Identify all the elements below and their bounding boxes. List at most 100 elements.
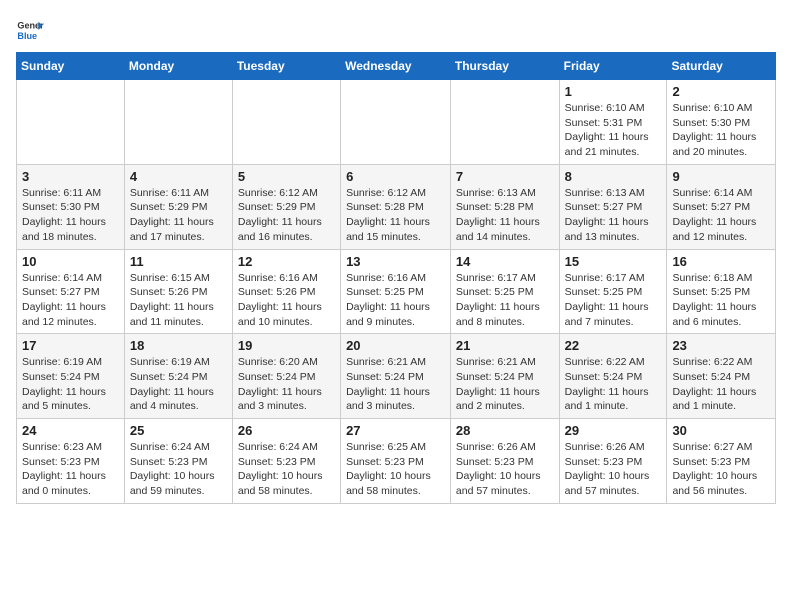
day-number: 15: [565, 254, 662, 269]
calendar-cell: 3 Sunrise: 6:11 AM Sunset: 5:30 PM Daylig…: [17, 164, 125, 249]
calendar-cell: 2 Sunrise: 6:10 AM Sunset: 5:30 PM Daylig…: [667, 80, 776, 165]
calendar-cell: [232, 80, 340, 165]
calendar-cell: 19 Sunrise: 6:20 AM Sunset: 5:24 PM Dayli…: [232, 334, 340, 419]
calendar-cell: 26Sunrise: 6:24 AM Sunset: 5:23 PM Dayli…: [232, 419, 340, 504]
day-number: 23: [672, 338, 770, 353]
week-row-0: 1 Sunrise: 6:10 AM Sunset: 5:31 PM Daylig…: [17, 80, 776, 165]
logo: General Blue: [16, 16, 44, 44]
calendar-cell: [341, 80, 451, 165]
calendar-cell: 25 Sunrise: 6:24 AM Sunset: 5:23 PM Dayli…: [124, 419, 232, 504]
day-number: 4: [130, 169, 227, 184]
day-number: 6: [346, 169, 445, 184]
day-info: Sunrise: 6:10 AM Sunset: 5:31 PM Dayligh…: [565, 101, 662, 160]
calendar-cell: [450, 80, 559, 165]
calendar-cell: 15 Sunrise: 6:17 AM Sunset: 5:25 PM Dayli…: [559, 249, 667, 334]
day-number: 1: [565, 84, 662, 99]
day-number: 17: [22, 338, 119, 353]
logo-icon: General Blue: [16, 16, 44, 44]
calendar-cell: 6 Sunrise: 6:12 AM Sunset: 5:28 PM Daylig…: [341, 164, 451, 249]
day-number: 27: [346, 423, 445, 438]
day-info: Sunrise: 6:16 AM Sunset: 5:25 PM Dayligh…: [346, 271, 445, 330]
day-number: 18: [130, 338, 227, 353]
calendar-cell: 21 Sunrise: 6:21 AM Sunset: 5:24 PM Dayli…: [450, 334, 559, 419]
calendar-cell: 5 Sunrise: 6:12 AM Sunset: 5:29 PM Daylig…: [232, 164, 340, 249]
day-info: Sunrise: 6:17 AM Sunset: 5:25 PM Dayligh…: [456, 271, 554, 330]
day-number: 13: [346, 254, 445, 269]
day-info: Sunrise: 6:21 AM Sunset: 5:24 PM Dayligh…: [456, 355, 554, 414]
svg-text:Blue: Blue: [17, 31, 37, 41]
weekday-header-sunday: Sunday: [17, 53, 125, 80]
calendar-cell: [124, 80, 232, 165]
calendar-cell: 30 Sunrise: 6:27 AM Sunset: 5:23 PM Dayli…: [667, 419, 776, 504]
calendar-cell: 16 Sunrise: 6:18 AM Sunset: 5:25 PM Dayli…: [667, 249, 776, 334]
calendar-cell: 17 Sunrise: 6:19 AM Sunset: 5:24 PM Dayli…: [17, 334, 125, 419]
day-number: 8: [565, 169, 662, 184]
calendar-cell: 22 Sunrise: 6:22 AM Sunset: 5:24 PM Dayli…: [559, 334, 667, 419]
day-number: 20: [346, 338, 445, 353]
day-number: 28: [456, 423, 554, 438]
day-info: Sunrise: 6:19 AM Sunset: 5:24 PM Dayligh…: [22, 355, 119, 414]
day-info: Sunrise: 6:26 AM Sunset: 5:23 PM Dayligh…: [565, 440, 662, 499]
day-info: Sunrise: 6:12 AM Sunset: 5:28 PM Dayligh…: [346, 186, 445, 245]
calendar-cell: 13 Sunrise: 6:16 AM Sunset: 5:25 PM Dayli…: [341, 249, 451, 334]
day-number: 10: [22, 254, 119, 269]
day-info: Sunrise: 6:13 AM Sunset: 5:27 PM Dayligh…: [565, 186, 662, 245]
day-number: 14: [456, 254, 554, 269]
calendar-cell: 12Sunrise: 6:16 AM Sunset: 5:26 PM Dayli…: [232, 249, 340, 334]
calendar-cell: 27 Sunrise: 6:25 AM Sunset: 5:23 PM Dayli…: [341, 419, 451, 504]
day-info: Sunrise: 6:22 AM Sunset: 5:24 PM Dayligh…: [565, 355, 662, 414]
calendar-cell: 29 Sunrise: 6:26 AM Sunset: 5:23 PM Dayli…: [559, 419, 667, 504]
calendar-cell: 24Sunrise: 6:23 AM Sunset: 5:23 PM Dayli…: [17, 419, 125, 504]
day-number: 3: [22, 169, 119, 184]
day-info: Sunrise: 6:24 AM Sunset: 5:23 PM Dayligh…: [130, 440, 227, 499]
weekday-header-friday: Friday: [559, 53, 667, 80]
day-info: Sunrise: 6:16 AM Sunset: 5:26 PM Dayligh…: [238, 271, 335, 330]
day-info: Sunrise: 6:15 AM Sunset: 5:26 PM Dayligh…: [130, 271, 227, 330]
day-number: 2: [672, 84, 770, 99]
day-info: Sunrise: 6:22 AM Sunset: 5:24 PM Dayligh…: [672, 355, 770, 414]
day-info: Sunrise: 6:19 AM Sunset: 5:24 PM Dayligh…: [130, 355, 227, 414]
calendar-cell: 1 Sunrise: 6:10 AM Sunset: 5:31 PM Daylig…: [559, 80, 667, 165]
day-number: 30: [672, 423, 770, 438]
day-info: Sunrise: 6:26 AM Sunset: 5:23 PM Dayligh…: [456, 440, 554, 499]
calendar-cell: [17, 80, 125, 165]
day-info: Sunrise: 6:12 AM Sunset: 5:29 PM Dayligh…: [238, 186, 335, 245]
day-number: 25: [130, 423, 227, 438]
day-number: 9: [672, 169, 770, 184]
day-number: 22: [565, 338, 662, 353]
week-row-2: 10 Sunrise: 6:14 AM Sunset: 5:27 PM Dayli…: [17, 249, 776, 334]
day-number: 26: [238, 423, 335, 438]
weekday-header-tuesday: Tuesday: [232, 53, 340, 80]
week-row-1: 3 Sunrise: 6:11 AM Sunset: 5:30 PM Daylig…: [17, 164, 776, 249]
weekday-header-saturday: Saturday: [667, 53, 776, 80]
weekday-header-monday: Monday: [124, 53, 232, 80]
day-number: 5: [238, 169, 335, 184]
day-number: 21: [456, 338, 554, 353]
week-row-3: 17 Sunrise: 6:19 AM Sunset: 5:24 PM Dayli…: [17, 334, 776, 419]
day-info: Sunrise: 6:14 AM Sunset: 5:27 PM Dayligh…: [22, 271, 119, 330]
day-info: Sunrise: 6:14 AM Sunset: 5:27 PM Dayligh…: [672, 186, 770, 245]
calendar-cell: 11 Sunrise: 6:15 AM Sunset: 5:26 PM Dayli…: [124, 249, 232, 334]
day-info: Sunrise: 6:21 AM Sunset: 5:24 PM Dayligh…: [346, 355, 445, 414]
calendar-cell: 18 Sunrise: 6:19 AM Sunset: 5:24 PM Dayli…: [124, 334, 232, 419]
day-info: Sunrise: 6:20 AM Sunset: 5:24 PM Dayligh…: [238, 355, 335, 414]
day-number: 29: [565, 423, 662, 438]
day-info: Sunrise: 6:11 AM Sunset: 5:30 PM Dayligh…: [22, 186, 119, 245]
day-number: 19: [238, 338, 335, 353]
day-number: 16: [672, 254, 770, 269]
calendar-cell: 23 Sunrise: 6:22 AM Sunset: 5:24 PM Dayli…: [667, 334, 776, 419]
calendar-cell: 9 Sunrise: 6:14 AM Sunset: 5:27 PM Daylig…: [667, 164, 776, 249]
weekday-header-thursday: Thursday: [450, 53, 559, 80]
calendar-cell: 20 Sunrise: 6:21 AM Sunset: 5:24 PM Dayli…: [341, 334, 451, 419]
day-number: 11: [130, 254, 227, 269]
day-info: Sunrise: 6:10 AM Sunset: 5:30 PM Dayligh…: [672, 101, 770, 160]
day-info: Sunrise: 6:17 AM Sunset: 5:25 PM Dayligh…: [565, 271, 662, 330]
day-number: 7: [456, 169, 554, 184]
calendar-cell: 4Sunrise: 6:11 AM Sunset: 5:29 PM Daylig…: [124, 164, 232, 249]
calendar-table: SundayMondayTuesdayWednesdayThursdayFrid…: [16, 52, 776, 504]
day-info: Sunrise: 6:27 AM Sunset: 5:23 PM Dayligh…: [672, 440, 770, 499]
day-info: Sunrise: 6:18 AM Sunset: 5:25 PM Dayligh…: [672, 271, 770, 330]
day-info: Sunrise: 6:25 AM Sunset: 5:23 PM Dayligh…: [346, 440, 445, 499]
weekday-header-wednesday: Wednesday: [341, 53, 451, 80]
calendar-cell: 7Sunrise: 6:13 AM Sunset: 5:28 PM Daylig…: [450, 164, 559, 249]
